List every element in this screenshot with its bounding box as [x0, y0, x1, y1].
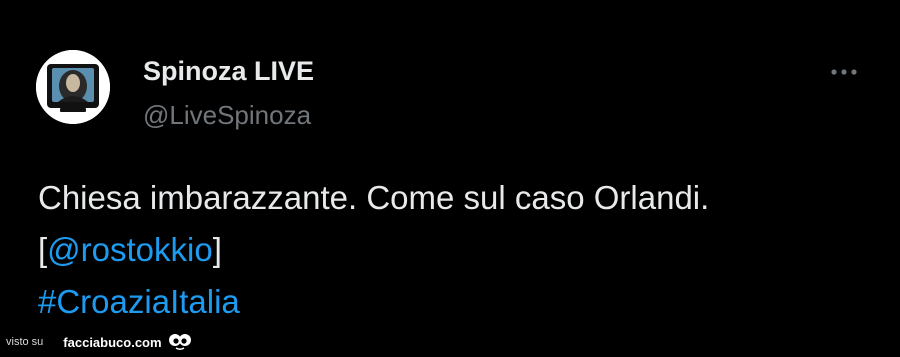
mention-line: [@rostokkio] [38, 224, 878, 276]
bracket-open: [ [38, 231, 48, 268]
watermark: visto su facciabuco.com [6, 333, 192, 351]
tweet-text-line: Chiesa imbarazzante. Come sul caso Orlan… [38, 179, 710, 216]
hashtag-link[interactable]: #CroaziaItalia [38, 276, 878, 328]
portrait-tv-avatar [36, 50, 110, 124]
more-options-button[interactable] [826, 62, 862, 82]
more-horizontal-icon [831, 69, 857, 75]
mention-link[interactable]: @rostokkio [47, 231, 213, 268]
watermark-site: facciabuco.com [63, 334, 162, 350]
bracket-close: ] [212, 231, 222, 268]
author-avatar[interactable] [36, 50, 110, 124]
author-display-name[interactable]: Spinoza LIVE [143, 56, 314, 87]
tweet-body: Chiesa imbarazzante. Come sul caso Orlan… [38, 172, 878, 328]
author-handle[interactable]: @LiveSpinoza [143, 100, 311, 131]
watermark-prefix: visto su [6, 336, 44, 348]
eyes-face-icon [168, 334, 191, 351]
